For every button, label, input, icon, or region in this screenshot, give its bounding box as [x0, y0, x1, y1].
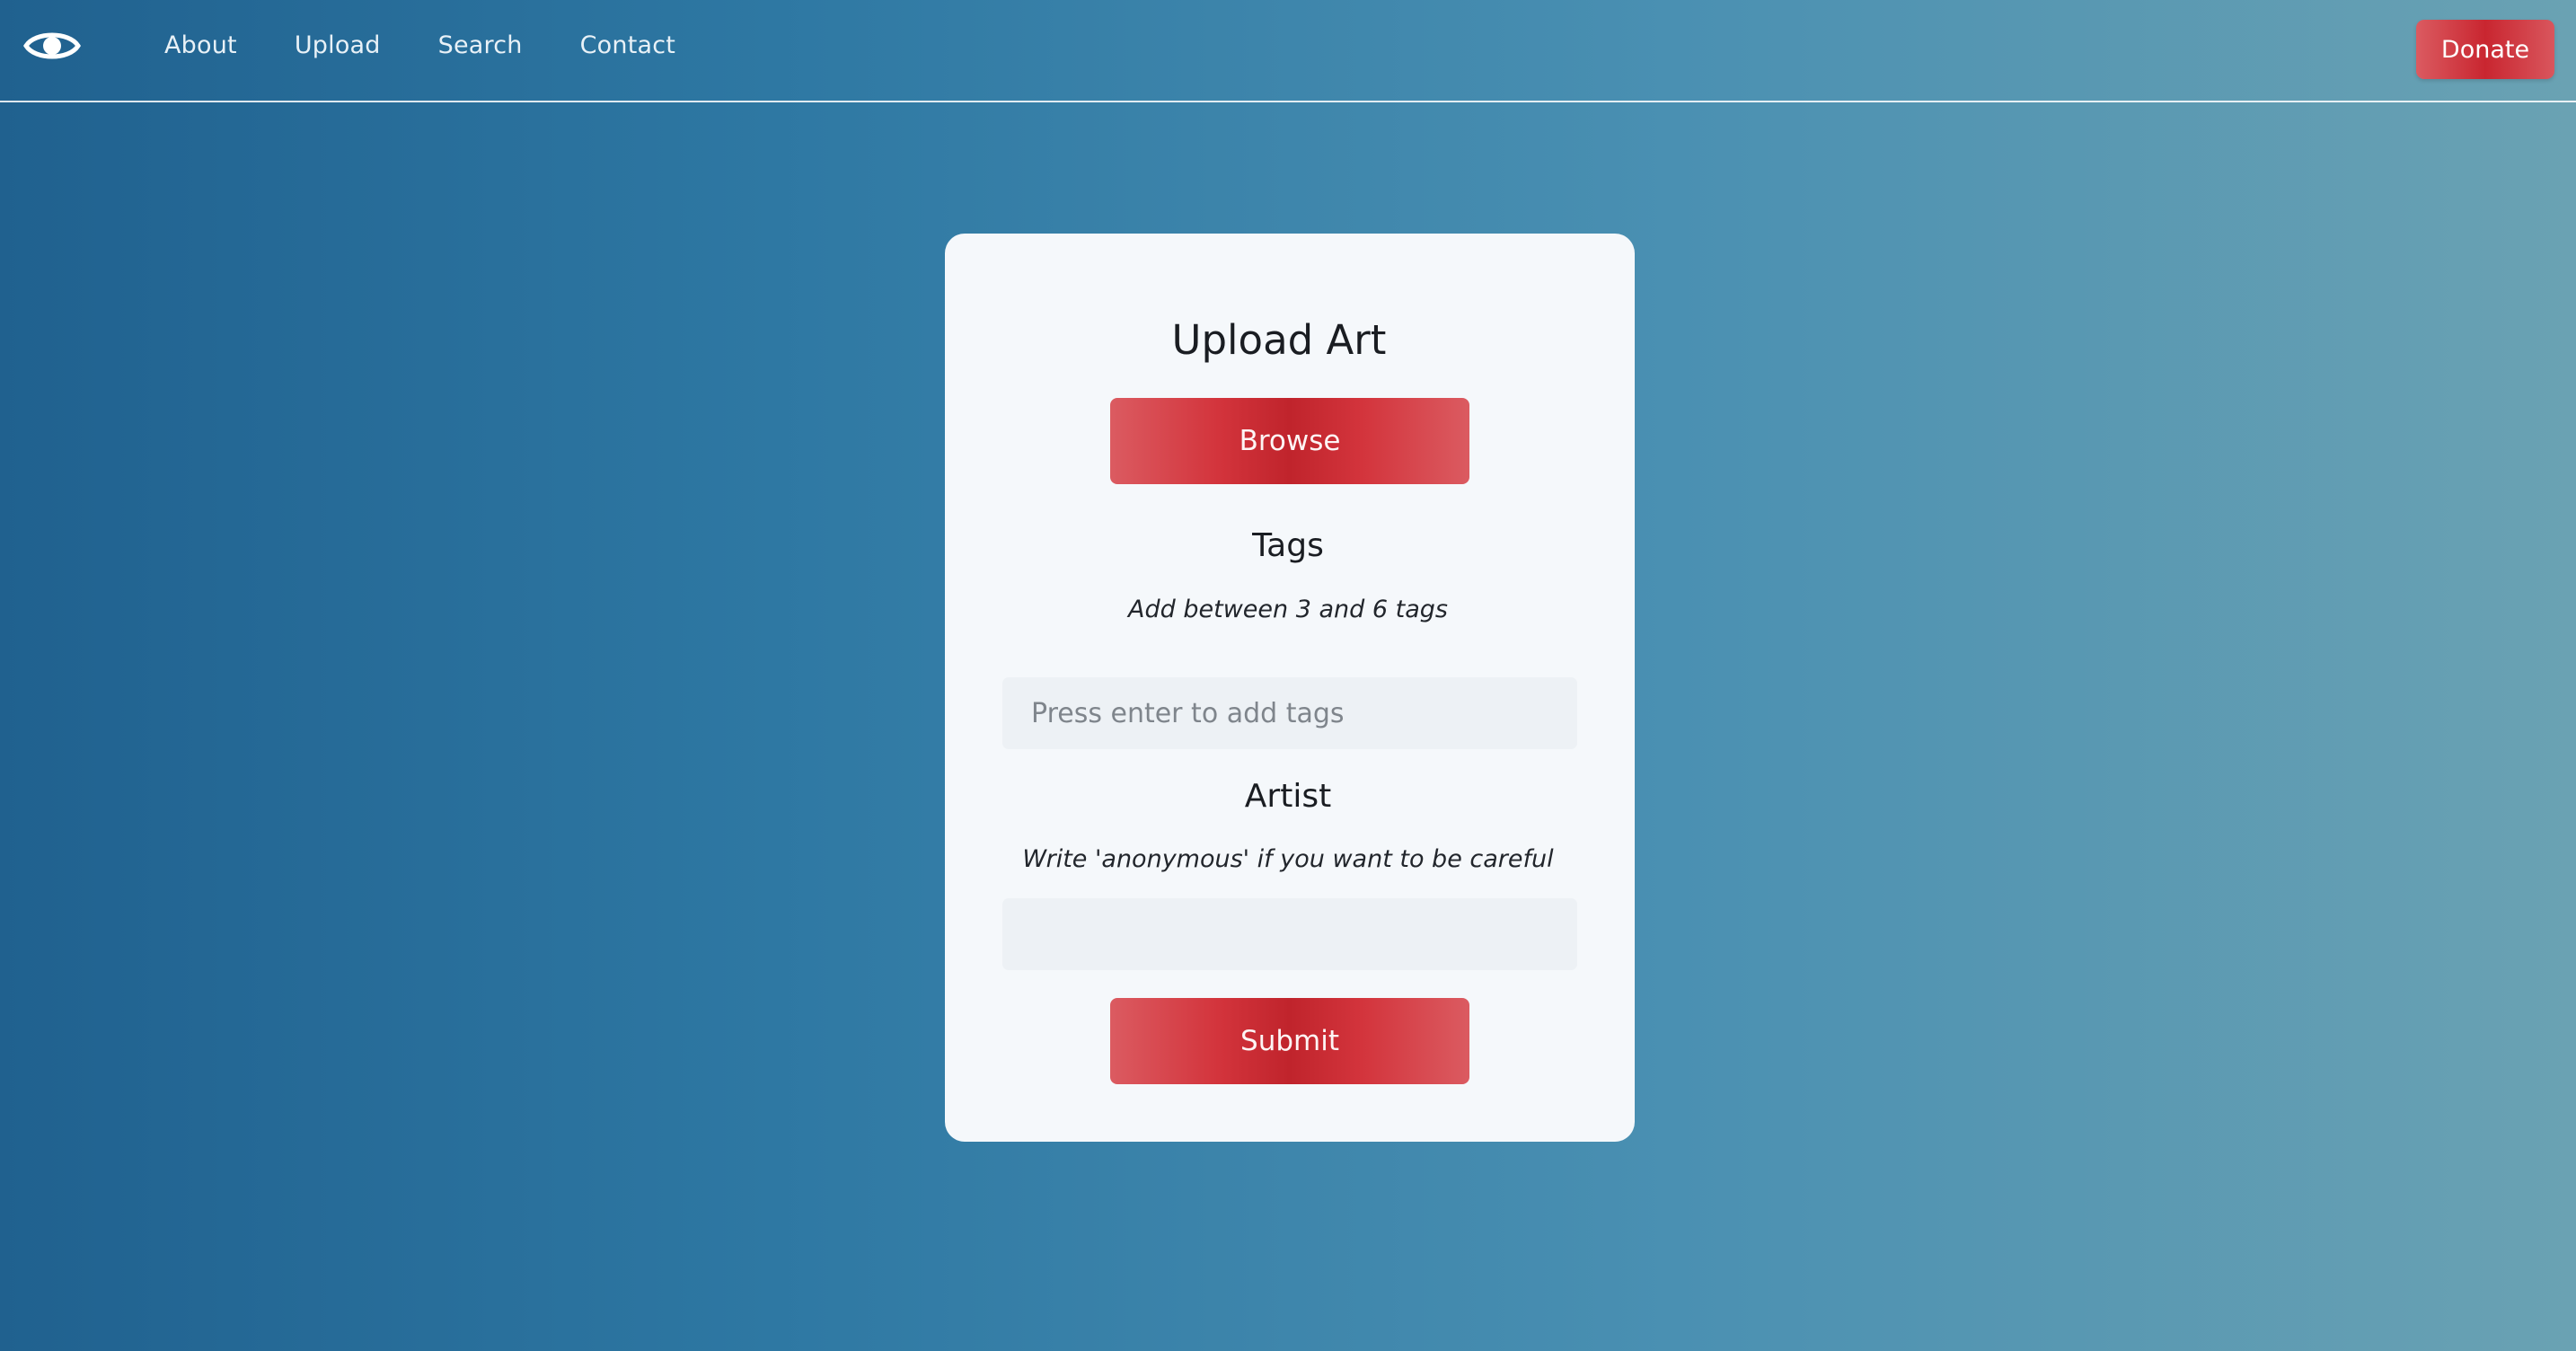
- donate-button[interactable]: Donate: [2416, 20, 2554, 79]
- nav-item-contact: Contact: [580, 31, 675, 59]
- nav-link-search[interactable]: Search: [438, 31, 523, 59]
- submit-button[interactable]: Submit: [1110, 998, 1469, 1084]
- nav-link-upload[interactable]: Upload: [295, 31, 381, 59]
- nav-item-upload: Upload: [295, 31, 381, 59]
- tags-heading: Tags: [1252, 527, 1324, 564]
- artist-hint: Write 'anonymous' if you want to be care…: [1022, 845, 1554, 873]
- nav-links: About Upload Search Contact: [164, 0, 675, 90]
- eye-icon[interactable]: [23, 25, 81, 66]
- tags-input[interactable]: [1002, 677, 1577, 749]
- artist-input[interactable]: [1002, 898, 1577, 970]
- nav-link-contact[interactable]: Contact: [580, 31, 675, 59]
- nav-link-about[interactable]: About: [164, 31, 237, 59]
- browse-button[interactable]: Browse: [1110, 398, 1469, 484]
- nav-item-search: Search: [438, 31, 523, 59]
- top-navigation-bar: About Upload Search Contact Donate: [0, 0, 2576, 102]
- page-title: Upload Art: [1171, 316, 1387, 364]
- tags-hint: Add between 3 and 6 tags: [1128, 596, 1448, 623]
- artist-heading: Artist: [1244, 778, 1332, 815]
- nav-item-about: About: [164, 31, 237, 59]
